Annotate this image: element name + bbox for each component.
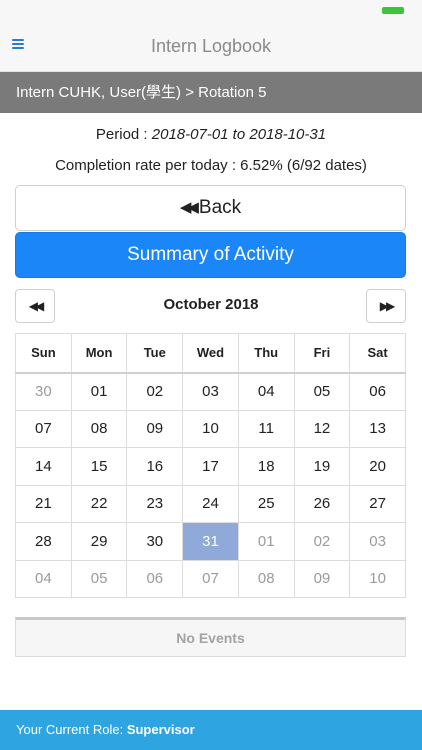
calendar-week-row: 30 01 02 03 04 05 06 bbox=[15, 372, 406, 411]
period-value: 2018-07-01 to 2018-10-31 bbox=[151, 126, 327, 143]
back-button[interactable]: ◀◀ Back bbox=[15, 185, 406, 231]
calendar-day[interactable]: 01 bbox=[237, 522, 295, 561]
calendar-day[interactable]: 20 bbox=[349, 447, 406, 486]
calendar-day[interactable]: 14 bbox=[15, 447, 72, 486]
calendar-day[interactable]: 11 bbox=[237, 409, 295, 448]
role-label: Your Current Role: bbox=[16, 722, 127, 737]
calendar-day[interactable]: 03 bbox=[349, 522, 406, 561]
calendar-day[interactable]: 27 bbox=[349, 484, 406, 523]
status-bar bbox=[0, 0, 422, 20]
calendar-day[interactable]: 09 bbox=[293, 559, 351, 598]
calendar-day[interactable]: 25 bbox=[237, 484, 295, 523]
calendar-day[interactable]: 17 bbox=[182, 447, 239, 486]
weekday-header: Sun bbox=[15, 333, 72, 373]
summary-of-activity-button[interactable]: Summary of Activity bbox=[15, 232, 406, 278]
completion-rate-text: Completion rate per today : 6.52% (6/92 … bbox=[55, 157, 367, 174]
calendar-day[interactable]: 08 bbox=[70, 409, 128, 448]
weekday-header: Mon bbox=[70, 333, 128, 373]
weekday-header: Fri bbox=[293, 333, 351, 373]
calendar-day[interactable]: 19 bbox=[293, 447, 351, 486]
month-label: October 2018 bbox=[163, 296, 259, 313]
calendar-day[interactable]: 01 bbox=[70, 372, 128, 411]
calendar-day[interactable]: 28 bbox=[15, 522, 72, 561]
calendar-day[interactable]: 18 bbox=[237, 447, 295, 486]
summary-button-label: Summary of Activity bbox=[127, 244, 294, 265]
weekday-header: Wed bbox=[182, 333, 239, 373]
double-chevron-left-icon: ◀◀ bbox=[179, 199, 199, 216]
calendar-day[interactable]: 05 bbox=[293, 372, 351, 411]
calendar-day[interactable]: 07 bbox=[15, 409, 72, 448]
calendar-day[interactable]: 09 bbox=[126, 409, 184, 448]
page-title: Intern Logbook bbox=[150, 36, 272, 56]
events-panel: No Events bbox=[15, 617, 406, 657]
nav-bar: Intern Logbook bbox=[0, 20, 422, 72]
calendar-week-row: 04 05 06 07 08 09 10 bbox=[15, 559, 406, 598]
calendar-week-row: 07 08 09 10 11 12 13 bbox=[15, 409, 406, 448]
calendar-grid: Sun Mon Tue Wed Thu Fri Sat 30 01 02 03 04 05 06 07 08… bbox=[15, 333, 406, 598]
period-label: Period : bbox=[95, 126, 152, 143]
breadcrumb: Intern CUHK, User(學生) > Rotation 5 bbox=[0, 72, 422, 113]
calendar-day[interactable]: 23 bbox=[126, 484, 184, 523]
calendar-day[interactable]: 12 bbox=[293, 409, 351, 448]
calendar-day[interactable]: 02 bbox=[293, 522, 351, 561]
calendar-day[interactable]: 26 bbox=[293, 484, 351, 523]
calendar-day[interactable]: 06 bbox=[126, 559, 184, 598]
calendar-day[interactable]: 22 bbox=[70, 484, 128, 523]
back-button-label: Back bbox=[198, 197, 242, 218]
role-value: Supervisor bbox=[126, 722, 195, 737]
calendar-day-today[interactable]: 31 bbox=[182, 522, 239, 561]
current-role-bar: Your Current Role: Supervisor bbox=[0, 710, 422, 750]
calendar-day[interactable]: 30 bbox=[126, 522, 184, 561]
calendar-day[interactable]: 16 bbox=[126, 447, 184, 486]
calendar-day[interactable]: 04 bbox=[237, 372, 295, 411]
next-month-button[interactable]: ▶▶ bbox=[366, 289, 406, 323]
no-events-text: No Events bbox=[176, 630, 245, 646]
calendar-day[interactable]: 10 bbox=[182, 409, 239, 448]
calendar-day[interactable]: 07 bbox=[182, 559, 239, 598]
calendar-week-row: 21 22 23 24 25 26 27 bbox=[15, 484, 406, 523]
calendar-day[interactable]: 30 bbox=[15, 372, 72, 411]
double-chevron-right-icon: ▶▶ bbox=[379, 299, 396, 313]
calendar-day[interactable]: 21 bbox=[15, 484, 72, 523]
calendar-day[interactable]: 02 bbox=[126, 372, 184, 411]
calendar-day[interactable]: 03 bbox=[182, 372, 239, 411]
calendar-day[interactable]: 05 bbox=[70, 559, 128, 598]
calendar-day[interactable]: 29 bbox=[70, 522, 128, 561]
calendar-week-row: 28 29 30 31 01 02 03 bbox=[15, 522, 406, 561]
calendar-week-row: 14 15 16 17 18 19 20 bbox=[15, 447, 406, 486]
calendar-day[interactable]: 10 bbox=[349, 559, 406, 598]
weekday-header: Thu bbox=[237, 333, 295, 373]
weekday-header: Sat bbox=[349, 333, 406, 373]
weekday-header: Tue bbox=[126, 333, 184, 373]
period-text: Period : 2018-07-01 to 2018-10-31 bbox=[0, 125, 422, 145]
calendar-day[interactable]: 04 bbox=[15, 559, 72, 598]
calendar-day[interactable]: 24 bbox=[182, 484, 239, 523]
calendar-day[interactable]: 08 bbox=[237, 559, 295, 598]
battery-icon bbox=[382, 7, 404, 14]
calendar-day[interactable]: 06 bbox=[349, 372, 406, 411]
calendar-day[interactable]: 15 bbox=[70, 447, 128, 486]
calendar-day[interactable]: 13 bbox=[349, 409, 406, 448]
